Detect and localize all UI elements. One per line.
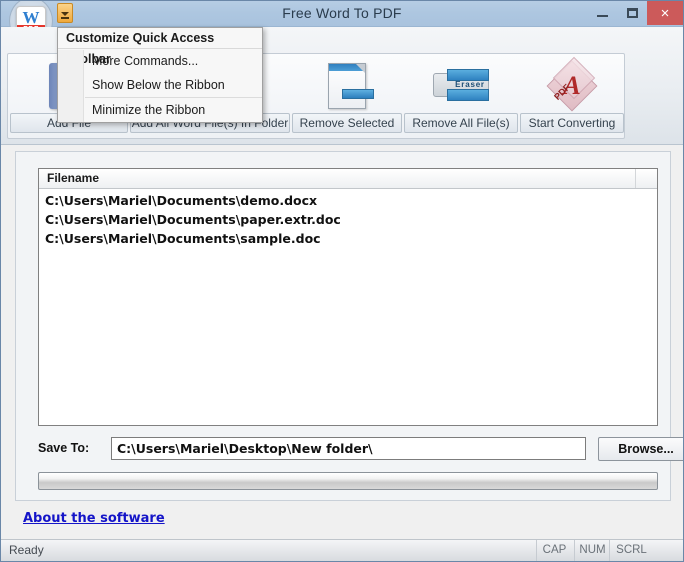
status-bar: Ready CAP NUM SCRL: [1, 539, 683, 561]
pdf-diamond-icon: A PDF: [520, 55, 624, 113]
application-window: Free Word To PDF × W PDF: [0, 0, 684, 562]
title-bar: Free Word To PDF ×: [1, 1, 683, 27]
column-header-filename[interactable]: Filename: [39, 169, 636, 188]
status-message: Ready: [9, 543, 44, 557]
status-indicator-num: NUM: [574, 540, 610, 561]
save-to-input[interactable]: C:\Users\Mariel\Desktop\New folder\: [111, 437, 586, 460]
file-list-header: Filename: [39, 169, 657, 189]
conversion-progress-bar: [38, 472, 658, 490]
close-button[interactable]: ×: [647, 1, 683, 25]
page-remove-icon: [292, 55, 402, 113]
close-icon: ×: [660, 4, 670, 22]
status-indicator-scrl: SCRL: [609, 540, 653, 561]
window-title: Free Word To PDF: [282, 5, 402, 21]
chevron-down-icon: [61, 11, 69, 16]
menu-header: Customize Quick Access Toolbar: [58, 28, 262, 66]
status-indicator-cap: CAP: [536, 540, 572, 561]
caret-underline-icon: [61, 17, 69, 19]
list-item[interactable]: C:\Users\Mariel\Documents\sample.doc: [39, 229, 657, 248]
remove-all-files-label: Remove All File(s): [404, 113, 518, 133]
browse-button[interactable]: Browse...: [598, 437, 683, 461]
eraser-icon-text: Eraser: [455, 80, 485, 89]
maximize-icon: [626, 8, 638, 18]
file-list-body: C:\Users\Mariel\Documents\demo.docx C:\U…: [39, 189, 657, 425]
eraser-icon: Eraser: [404, 55, 518, 113]
start-converting-label: Start Converting: [520, 113, 624, 133]
customize-quick-access-toolbar-button[interactable]: [57, 3, 73, 23]
save-to-row: Save To: C:\Users\Mariel\Desktop\New fol…: [38, 437, 683, 461]
list-item[interactable]: C:\Users\Mariel\Documents\demo.docx: [39, 191, 657, 210]
list-item[interactable]: C:\Users\Mariel\Documents\paper.extr.doc: [39, 210, 657, 229]
start-converting-button[interactable]: A PDF Start Converting: [520, 55, 624, 139]
remove-selected-label: Remove Selected: [292, 113, 402, 133]
minimize-icon: [596, 15, 608, 17]
menu-item-show-below-the-ribbon[interactable]: Show Below the Ribbon: [58, 73, 262, 97]
menu-item-more-commands[interactable]: More Commands...: [58, 49, 262, 73]
customize-quick-access-toolbar-menu: Customize Quick Access Toolbar More Comm…: [57, 27, 263, 123]
file-list[interactable]: Filename C:\Users\Mariel\Documents\demo.…: [38, 168, 658, 426]
main-content-panel: Filename C:\Users\Mariel\Documents\demo.…: [15, 151, 683, 501]
about-the-software-link[interactable]: About the software: [23, 511, 165, 526]
remove-all-files-button[interactable]: Eraser Remove All File(s): [404, 55, 518, 139]
maximize-button[interactable]: [617, 1, 647, 25]
minimize-button[interactable]: [587, 1, 617, 25]
save-to-label: Save To:: [38, 441, 90, 455]
remove-selected-button[interactable]: Remove Selected: [292, 55, 402, 139]
menu-item-minimize-the-ribbon[interactable]: Minimize the Ribbon: [58, 98, 262, 122]
